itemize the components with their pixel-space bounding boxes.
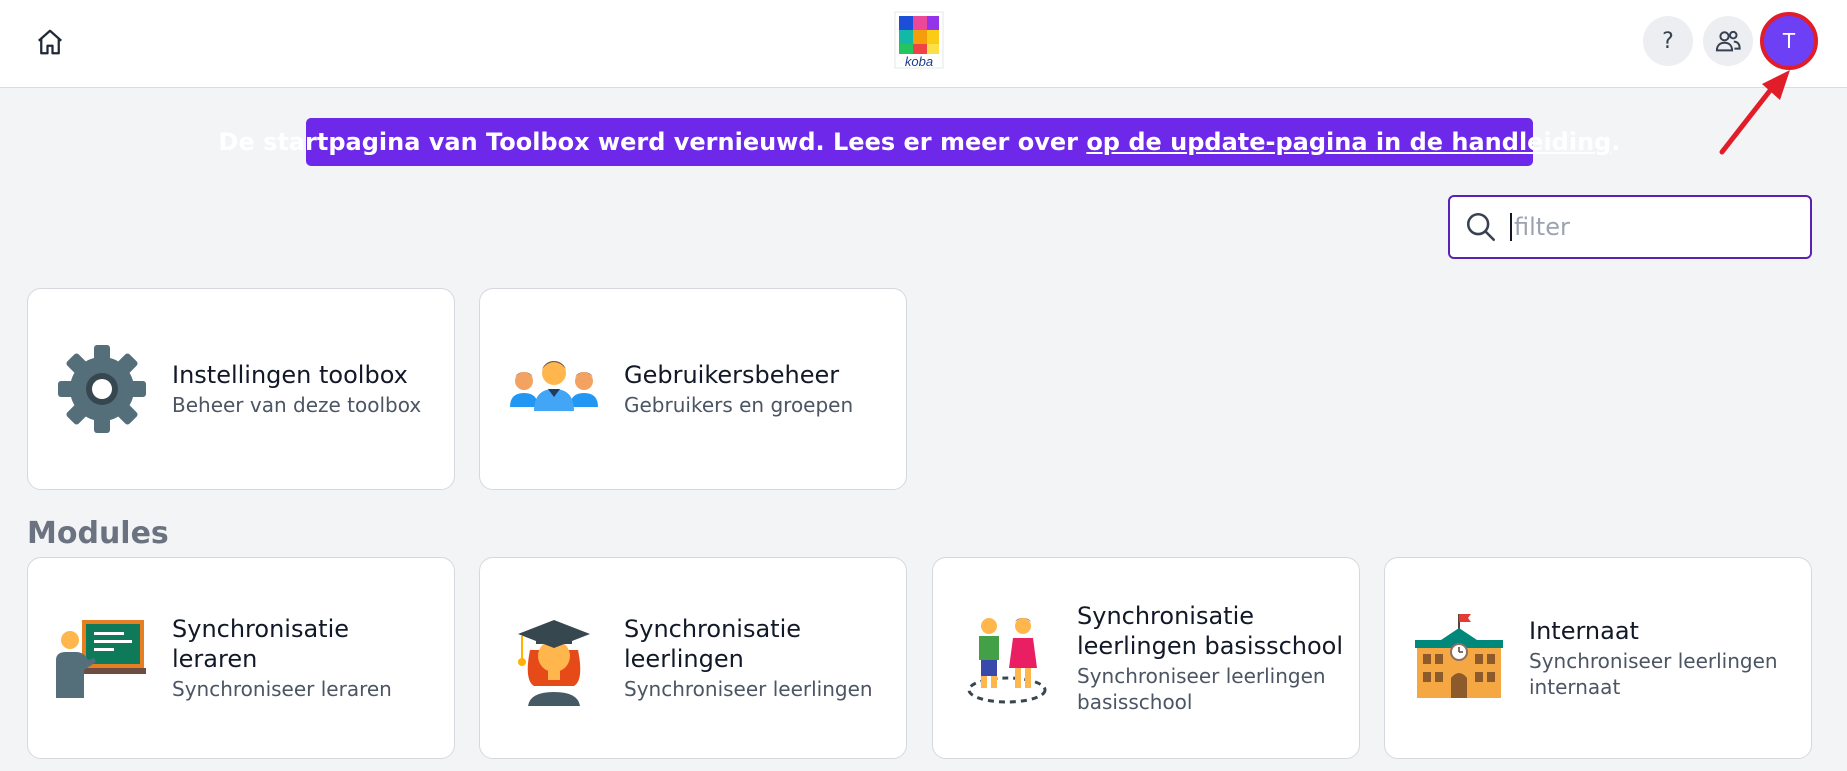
home-icon bbox=[38, 29, 62, 55]
announcement-banner: De startpagina van Toolbox werd vernieuw… bbox=[219, 118, 1620, 166]
group-icon bbox=[510, 361, 598, 411]
card-title: Internaat bbox=[1529, 617, 1639, 645]
home-button[interactable] bbox=[30, 22, 70, 62]
koba-logo[interactable]: koba bbox=[893, 10, 945, 70]
card-title: Synchronisatie leraren bbox=[172, 615, 350, 673]
gear-icon bbox=[58, 345, 146, 433]
card-synchronisatie-leraren[interactable]: Synchronisatie leraren Synchroniseer ler… bbox=[27, 557, 455, 759]
banner-link[interactable]: op de update-pagina in de handleiding bbox=[1086, 128, 1611, 156]
card-subtitle: Beheer van deze toolbox bbox=[172, 393, 422, 417]
card-subtitle: Gebruikers en groepen bbox=[624, 393, 854, 417]
card-subtitle: Synchroniseer leerlingen basisschool bbox=[1077, 664, 1326, 714]
filter-field[interactable] bbox=[1448, 195, 1812, 259]
banner-text: De startpagina van Toolbox werd vernieuw… bbox=[218, 128, 1087, 156]
card-title: Synchronisatie leerlingen bbox=[624, 615, 802, 673]
users-button[interactable] bbox=[1703, 16, 1753, 66]
card-subtitle: Synchroniseer leerlingen internaat bbox=[1529, 649, 1778, 699]
card-title: Gebruikersbeheer bbox=[624, 361, 840, 389]
card-synchronisatie-leerlingen[interactable]: Synchronisatie leerlingen Synchroniseer … bbox=[479, 557, 907, 759]
card-title: Instellingen toolbox bbox=[172, 361, 408, 389]
card-synchronisatie-leerlingen-basisschool[interactable]: Synchronisatie leerlingen basisschool Sy… bbox=[932, 557, 1360, 759]
teacher-icon bbox=[56, 620, 146, 698]
graduate-icon bbox=[518, 620, 590, 706]
help-label: ? bbox=[1662, 28, 1674, 54]
school-building-icon bbox=[1415, 614, 1503, 698]
top-bar: koba ? T bbox=[0, 0, 1847, 88]
children-icon bbox=[967, 618, 1047, 704]
modules-heading: Modules bbox=[27, 516, 169, 551]
filter-input[interactable] bbox=[1510, 213, 1790, 241]
user-avatar-button[interactable]: T bbox=[1760, 12, 1818, 70]
avatar-initial: T bbox=[1782, 29, 1796, 53]
logo-text: koba bbox=[905, 54, 933, 69]
card-instellingen-toolbox[interactable]: Instellingen toolbox Beheer van deze too… bbox=[27, 288, 455, 490]
card-subtitle: Synchroniseer leerlingen bbox=[624, 677, 873, 701]
banner-suffix: . bbox=[1611, 128, 1621, 156]
help-button[interactable]: ? bbox=[1643, 16, 1693, 66]
card-gebruikersbeheer[interactable]: Gebruikersbeheer Gebruikers en groepen bbox=[479, 288, 907, 490]
card-title: Synchronisatie leerlingen basisschool bbox=[1077, 602, 1344, 660]
annotation-arrow-icon bbox=[1719, 70, 1790, 155]
search-icon bbox=[1466, 212, 1496, 242]
card-subtitle: Synchroniseer leraren bbox=[172, 677, 392, 701]
users-icon bbox=[1715, 30, 1741, 52]
card-internaat[interactable]: Internaat Synchroniseer leerlingen inter… bbox=[1384, 557, 1812, 759]
